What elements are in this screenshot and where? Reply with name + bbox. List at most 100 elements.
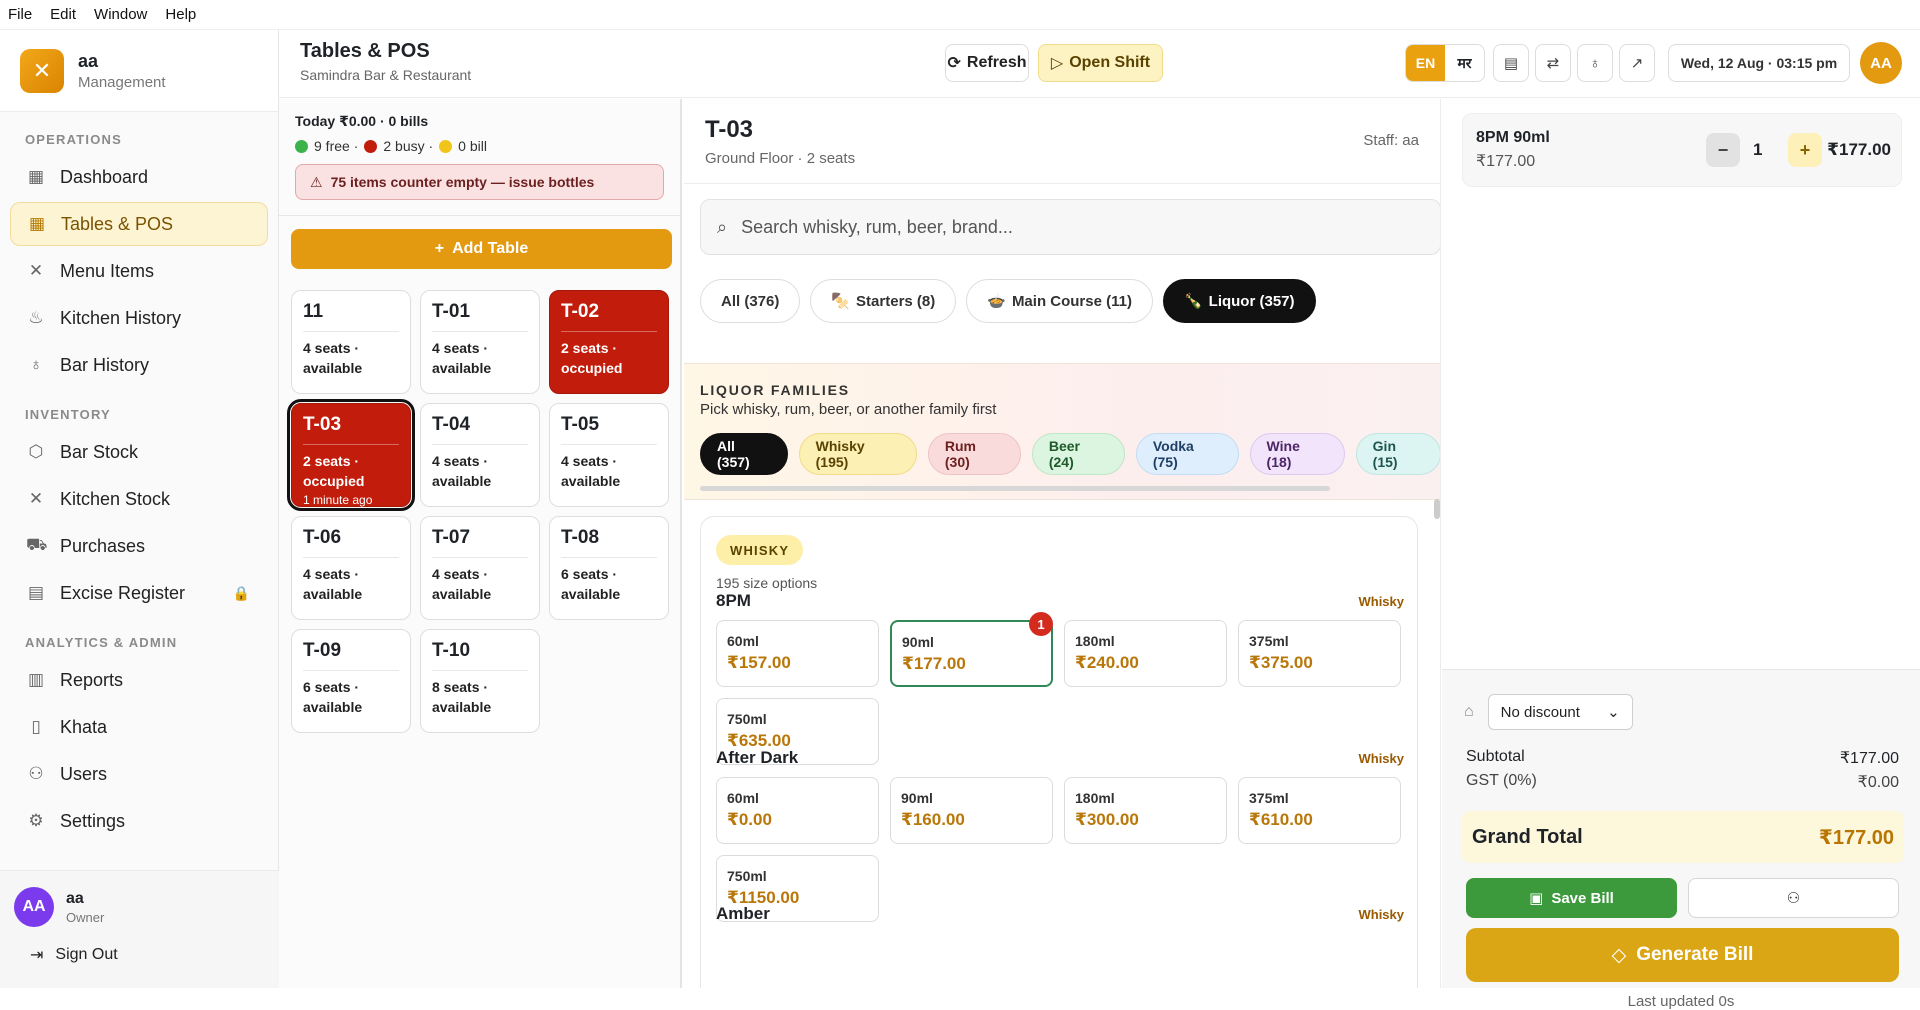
- sign-out-button[interactable]: ⇥ Sign Out: [0, 935, 279, 975]
- size-option-180ml[interactable]: 180ml ₹240.00: [1064, 620, 1227, 687]
- transfer-icon[interactable]: ⇄: [1535, 44, 1571, 82]
- decrease-quantity-button[interactable]: −: [1706, 133, 1740, 167]
- brand-family-tag: Whisky: [1358, 593, 1404, 609]
- category-tab-all[interactable]: All (376): [700, 279, 801, 323]
- sidebar-item-excise-register[interactable]: ▤ Excise Register 🔒: [10, 571, 268, 615]
- table-card-t-01[interactable]: T-01 4 seats · available: [420, 290, 540, 394]
- category-tab-liquor[interactable]: 🍾 Liquor (357): [1162, 279, 1316, 323]
- sidebar-item-tables-pos[interactable]: ▦ Tables & POS: [10, 202, 268, 246]
- liquor-icon: 🍾: [1183, 293, 1203, 310]
- free-dot: [295, 139, 308, 153]
- discount-select[interactable]: No discount ⌄: [1487, 694, 1633, 730]
- table-card-t-10[interactable]: T-10 8 seats · available: [420, 629, 540, 733]
- chevron-down-icon: ⌄: [1607, 704, 1620, 721]
- menubar-item-edit[interactable]: Edit: [50, 6, 76, 23]
- family-chip-wine[interactable]: Wine (18): [1249, 433, 1345, 475]
- sidebar-item-menu-items[interactable]: ✕ Menu Items: [10, 249, 268, 293]
- size-option-180ml[interactable]: 180ml ₹300.00: [1064, 777, 1227, 844]
- wine-glass-icon[interactable]: ♁: [1577, 44, 1613, 82]
- chef-hat-icon: ♨: [28, 308, 44, 327]
- increase-quantity-button[interactable]: +: [1788, 133, 1822, 167]
- table-seats: 4 seats ·: [303, 566, 360, 582]
- user-profile[interactable]: AA aa Owner: [0, 871, 279, 935]
- sidebar-item-reports[interactable]: ▥ Reports: [10, 658, 268, 702]
- size-option-60ml[interactable]: 60ml ₹0.00: [716, 777, 879, 844]
- lock-icon: 🔒: [232, 584, 250, 601]
- sidebar-item-purchases[interactable]: ⛟ Purchases: [10, 524, 268, 568]
- subtotal-label: Subtotal: [1466, 748, 1525, 765]
- family-chip-gin[interactable]: Gin (15): [1355, 433, 1440, 475]
- sidebar-item-label: Kitchen Stock: [60, 488, 171, 509]
- stock-warning[interactable]: ⚠ 75 items counter empty — issue bottles: [295, 164, 664, 200]
- sidebar-item-label: Menu Items: [60, 260, 155, 281]
- size-options: 60ml ₹0.00 90ml ₹160.00 180ml ₹300.00 375ml ₹61…: [716, 777, 1416, 922]
- brand[interactable]: ✕ aa Management: [0, 30, 278, 112]
- sidebar-item-label: Tables & POS: [61, 213, 174, 234]
- size-option-60ml[interactable]: 60ml ₹157.00: [716, 620, 879, 687]
- category-tab-main-course[interactable]: 🍲 Main Course (11): [966, 279, 1153, 323]
- table-card-t-05[interactable]: T-05 4 seats · available: [549, 403, 669, 507]
- table-card-t-04[interactable]: T-04 4 seats · available: [420, 403, 540, 507]
- tables-panel: Today ₹0.00 · 0 bills 9 free · 2 busy · …: [279, 99, 682, 988]
- sidebar-item-settings[interactable]: ⚙ Settings: [10, 799, 268, 843]
- table-icon: ▦: [28, 214, 46, 233]
- family-chip-rum[interactable]: Rum (30): [927, 433, 1021, 475]
- category-tab-starters[interactable]: 🍢 Starters (8): [810, 279, 957, 323]
- sidebar-item-dashboard[interactable]: ▦ Dashboard: [10, 155, 268, 199]
- size-option-90ml[interactable]: 90ml ₹177.00 1: [890, 612, 1053, 687]
- family-badge: WHISKY: [716, 535, 804, 565]
- table-card-t-02[interactable]: T-02 2 seats · occupied: [549, 290, 669, 394]
- menubar-item-window[interactable]: Window: [94, 6, 147, 23]
- table-card-t-03[interactable]: T-03 2 seats · occupied 1 minute ago: [287, 399, 415, 511]
- trend-up-icon[interactable]: ↗: [1619, 44, 1655, 82]
- sidebar-item-bar-history[interactable]: ♁ Bar History: [10, 343, 268, 387]
- bar-chart-icon: ▥: [27, 670, 45, 689]
- header-avatar[interactable]: AA: [1860, 42, 1902, 84]
- sidebar-footer: AA aa Owner ⇥ Sign Out: [0, 870, 279, 988]
- lang-mr-button[interactable]: मर: [1445, 45, 1484, 81]
- table-card-11[interactable]: 11 4 seats · available: [291, 290, 411, 394]
- split-bill-button[interactable]: ⚇: [1688, 878, 1899, 918]
- refresh-button[interactable]: ⟳ Refresh: [945, 44, 1029, 82]
- sidebar-item-khata[interactable]: ▯ Khata: [10, 705, 268, 749]
- size-option-375ml[interactable]: 375ml ₹375.00: [1238, 620, 1401, 687]
- table-card-t-06[interactable]: T-06 4 seats · available: [291, 516, 411, 620]
- divider: [303, 557, 399, 558]
- sidebar-item-label: Reports: [60, 669, 124, 690]
- vertical-scrollbar[interactable]: [1434, 499, 1440, 519]
- sidebar-item-kitchen-stock[interactable]: ✕ Kitchen Stock: [10, 477, 268, 521]
- horizontal-scrollbar[interactable]: [700, 486, 1330, 491]
- table-card-t-08[interactable]: T-08 6 seats · available: [549, 516, 669, 620]
- table-name: T-06: [303, 527, 342, 548]
- open-shift-button[interactable]: ▷ Open Shift: [1038, 44, 1163, 82]
- order-item-total: ₹177.00: [1827, 140, 1891, 159]
- add-table-button[interactable]: + Add Table: [291, 229, 672, 269]
- save-bill-button[interactable]: ▣ Save Bill: [1466, 878, 1677, 918]
- table-card-t-07[interactable]: T-07 4 seats · available: [420, 516, 540, 620]
- size-label: 750ml: [727, 868, 767, 884]
- search-input[interactable]: ⌕ Search whisky, rum, beer, brand...: [700, 199, 1440, 255]
- section-heading: OPERATIONS: [25, 132, 122, 147]
- family-chip-beer[interactable]: Beer (24): [1031, 433, 1125, 475]
- menubar-item-help[interactable]: Help: [165, 6, 196, 23]
- sidebar-item-kitchen-history[interactable]: ♨ Kitchen History: [10, 296, 268, 340]
- lang-en-button[interactable]: EN: [1406, 45, 1445, 81]
- size-option-375ml[interactable]: 375ml ₹610.00: [1238, 777, 1401, 844]
- family-chip-vodka[interactable]: Vodka (75): [1135, 433, 1239, 475]
- sidebar-item-bar-stock[interactable]: ⬡ Bar Stock: [10, 430, 268, 474]
- size-label: 90ml: [901, 790, 933, 806]
- family-chip-all[interactable]: All (357): [700, 433, 788, 475]
- calculator-icon[interactable]: ▤: [1493, 44, 1529, 82]
- generate-bill-button[interactable]: ◇ Generate Bill: [1466, 928, 1899, 982]
- sidebar-item-users[interactable]: ⚇ Users: [10, 752, 268, 796]
- users-icon: ⚇: [1786, 890, 1801, 907]
- menubar-item-file[interactable]: File: [8, 6, 32, 23]
- wine-glass-icon: ♁: [29, 355, 43, 374]
- family-chip-whisky[interactable]: Whisky (195): [798, 433, 917, 475]
- table-card-t-09[interactable]: T-09 6 seats · available: [291, 629, 411, 733]
- table-name: 11: [303, 301, 324, 322]
- table-seats: 8 seats ·: [432, 679, 489, 695]
- generate-bill-label: Generate Bill: [1636, 944, 1754, 965]
- sidebar-nav: OPERATIONS ▦ Dashboard ▦ Tables & POS ✕ Menu I…: [0, 132, 278, 843]
- size-option-90ml[interactable]: 90ml ₹160.00: [890, 777, 1053, 844]
